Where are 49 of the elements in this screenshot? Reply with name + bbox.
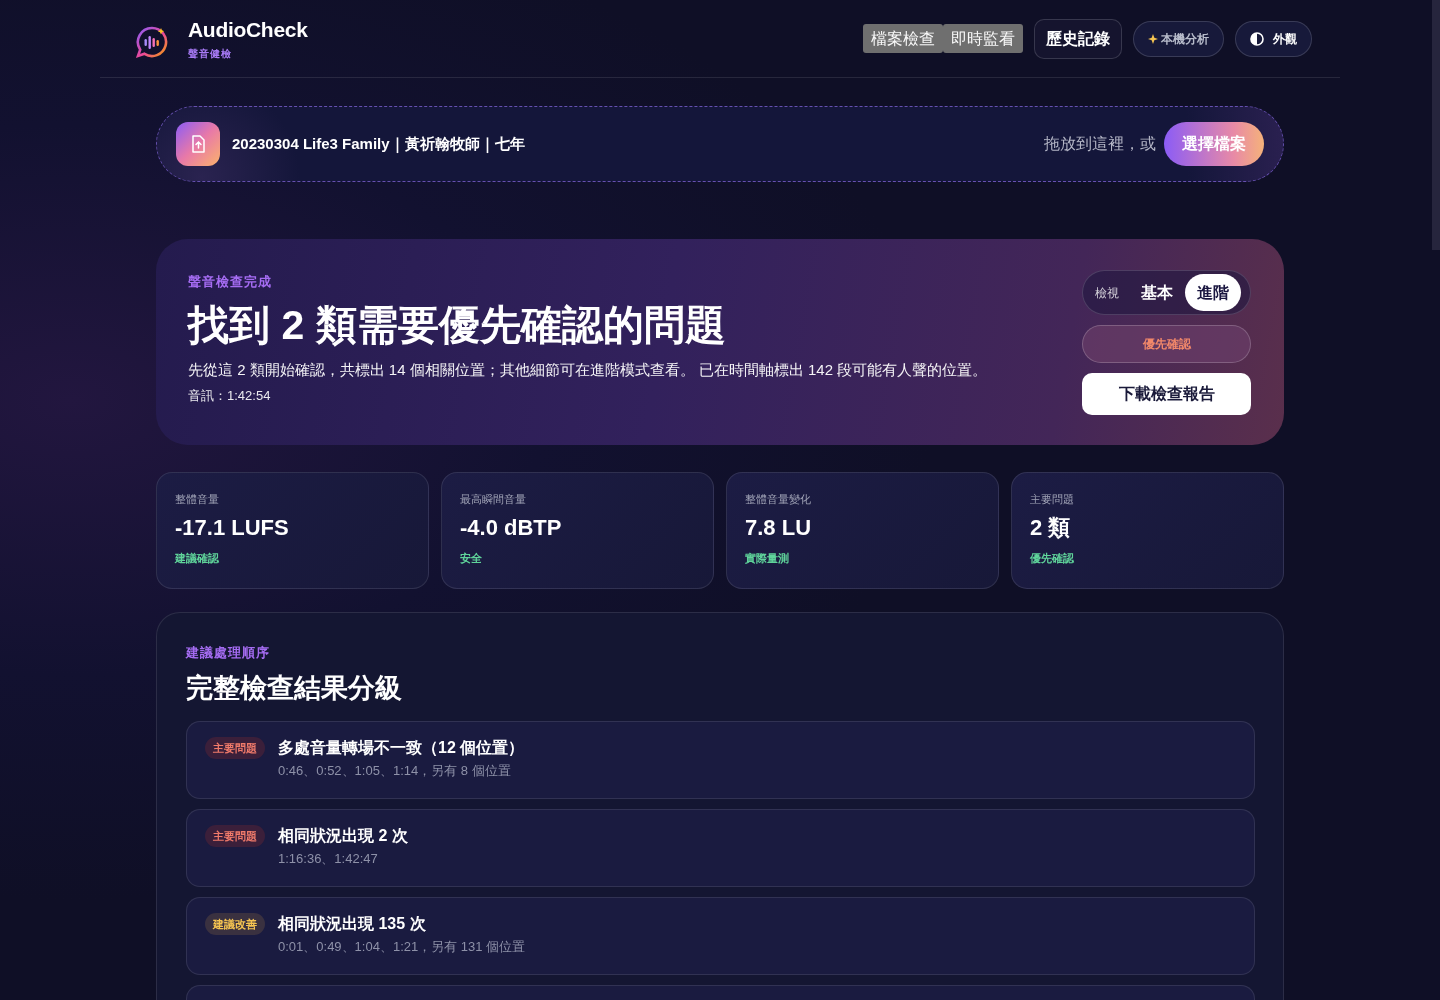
results-eyebrow: 建議處理順序 [186, 645, 271, 661]
view-option-tab[interactable]: 基本 [1129, 274, 1185, 311]
brand-tagline: 聲音健檢 [188, 46, 233, 60]
appearance-button[interactable]: 外觀 [1235, 20, 1312, 57]
metric-value: -17.1 LUFS [175, 514, 290, 542]
mode-tab[interactable]: 即時監看 [943, 24, 1023, 53]
result-item-card[interactable]: 建議改善 相同狀況出現 135 次 0:01、0:49、1:04、1:21，另有 131 個位置 [186, 897, 1255, 975]
metric-note: 建議確認 [175, 551, 220, 565]
summary-eyebrow: 聲音檢查完成 [188, 274, 273, 290]
metric-label: 最高瞬間音量 [460, 492, 527, 506]
download-report-button[interactable]: 下載檢查報告 [1082, 373, 1251, 415]
contrast-icon [1250, 31, 1264, 46]
result-item-card[interactable]: 主要問題 相同狀況出現 2 次 1:16:36、1:42:47 [186, 809, 1255, 887]
metric-label: 主要問題 [1030, 492, 1075, 506]
result-title: 相同狀況出現 2 次 [278, 826, 408, 846]
file-name: 20230304 Life3 Family｜黃祈翰牧師｜七年 [232, 133, 525, 155]
result-locations: 1:16:36、1:42:47 [278, 850, 379, 868]
metric-label: 整體音量 [175, 492, 220, 506]
result-title: 多處音量轉場不一致（12 個位置） [278, 738, 525, 758]
logo-icon [135, 24, 169, 59]
result-locations: 0:01、0:49、1:04、1:21，另有 131 個位置 [278, 938, 526, 956]
metric-value: -4.0 dBTP [460, 514, 563, 542]
summary-description: 先從這 2 類開始確認，共標出 14 個相關位置；其他細節可在進階模式查看。 已在時間軸標出 142 段可能有人聲的位置。 [188, 360, 988, 380]
summary-title: 找到 2 類需要優先確認的問題 [188, 301, 727, 350]
metric-label: 整體音量變化 [745, 492, 812, 506]
mode-tab[interactable]: 檔案檢查 [863, 24, 943, 53]
audio-duration: 音訊：1:42:54 [188, 388, 272, 404]
result-locations: 0:46、0:52、1:05、1:14，另有 8 個位置 [278, 762, 512, 780]
metric-note: 實際量測 [745, 551, 790, 565]
view-label: 檢視 [1095, 284, 1119, 302]
results-title: 完整檢查結果分級 [186, 672, 403, 705]
metric-note: 安全 [460, 551, 483, 565]
metric-note: 優先確認 [1030, 551, 1075, 565]
metric-value: 7.8 LU [745, 514, 813, 542]
severity-badge: 主要問題 [205, 737, 265, 759]
result-title: 相同狀況出現 135 次 [278, 914, 427, 934]
severity-badge: 建議改善 [205, 913, 265, 935]
view-option-tab[interactable]: 進階 [1185, 274, 1241, 311]
upload-drop-zone[interactable]: 20230304 Life3 Family｜黃祈翰牧師｜七年 拖放到這裡，或 選擇檔案 [156, 106, 1284, 182]
brand-name: AudioCheck [188, 17, 308, 42]
result-item-card[interactable]: 主要問題 多處音量轉場不一致（12 個位置） 0:46、0:52、1:05、1:14，另有 8 個位置 [186, 721, 1255, 799]
local-analysis-label: 本機分析 [1161, 30, 1209, 48]
sparkle-icon [1148, 33, 1158, 44]
metric-value: 2 類 [1030, 514, 1072, 542]
file-upload-icon [176, 122, 220, 166]
history-button[interactable]: 歷史記錄 [1034, 18, 1122, 59]
severity-badge: 主要問題 [205, 825, 265, 847]
priority-button[interactable]: 優先確認 [1082, 325, 1251, 363]
drop-hint: 拖放到這裡，或 [1044, 134, 1156, 154]
